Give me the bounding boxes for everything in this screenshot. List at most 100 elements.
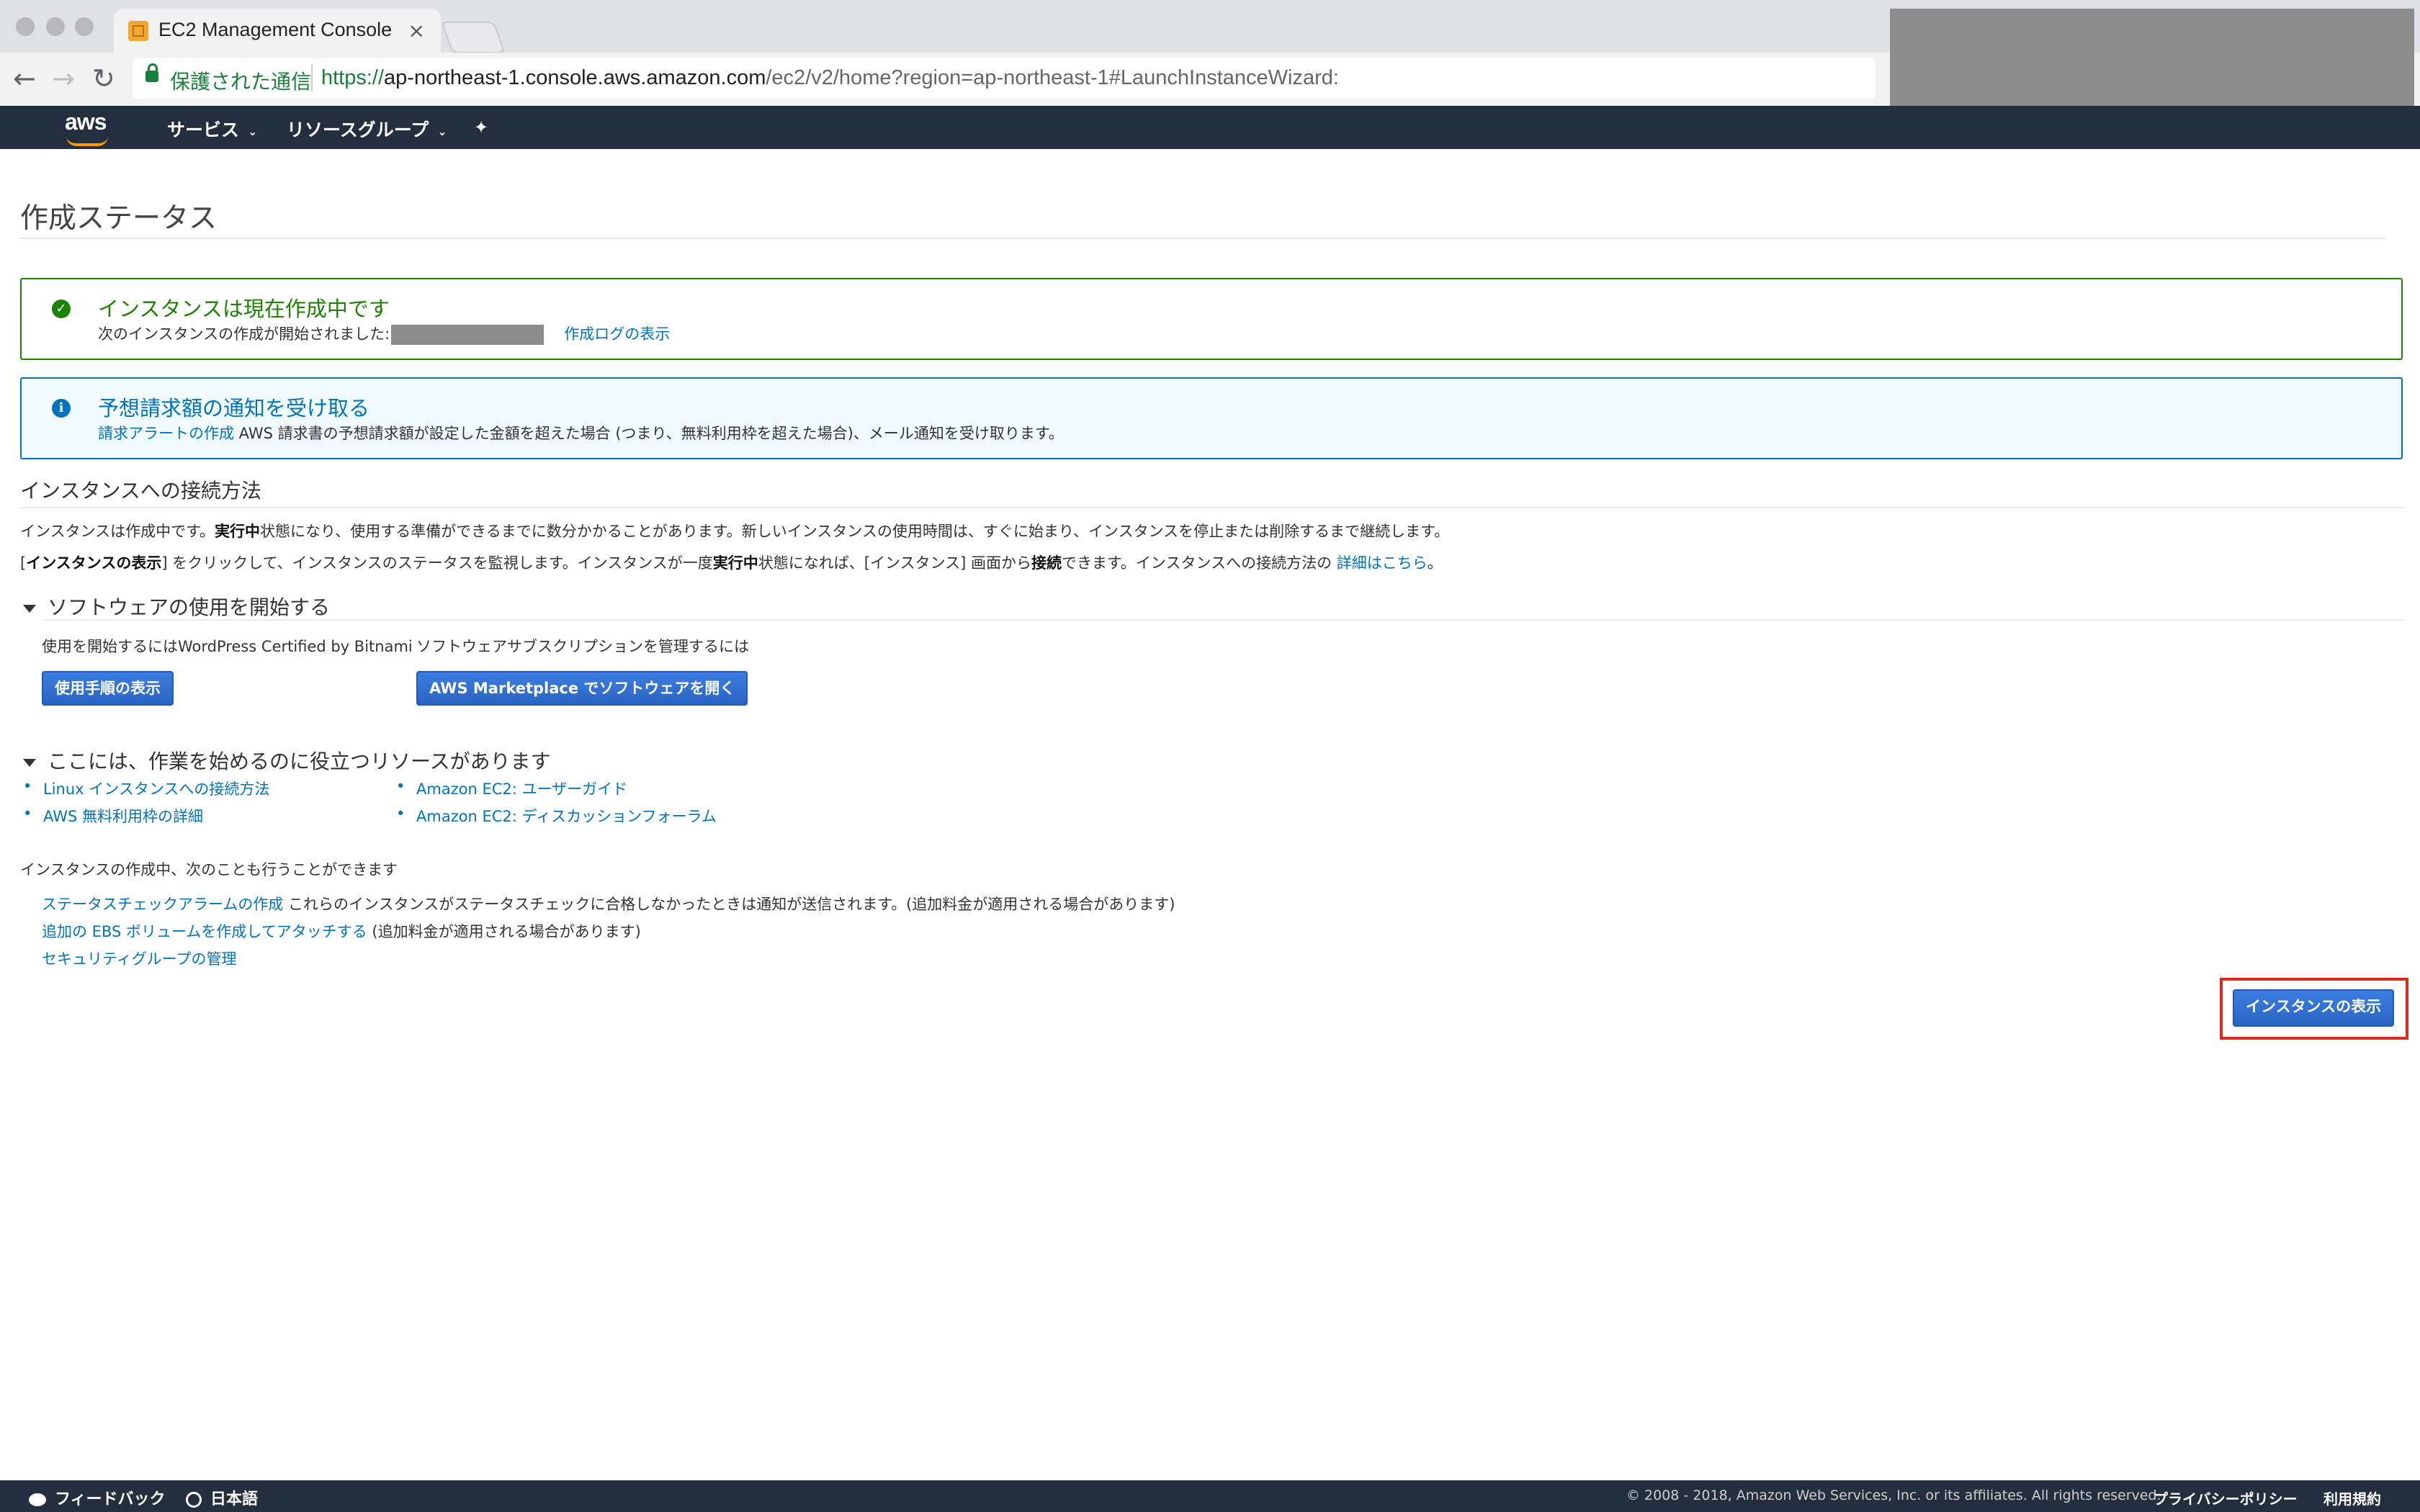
success-alert-body: 次のインスタンスの作成が開始されました: 作成ログの表示 — [98, 323, 670, 345]
window-zoom-dot[interactable] — [75, 17, 94, 36]
services-menu[interactable]: サービス ⌄ — [167, 116, 257, 142]
launch-success-alert: ✓ インスタンスは現在作成中です 次のインスタンスの作成が開始されました: 作成ロ… — [20, 278, 2403, 360]
resources-heading: ここには、作業を始めるのに役立つリソースがあります — [48, 750, 551, 773]
address-divider — [311, 64, 313, 91]
info-alert-title: 予想請求額の通知を受け取る — [98, 396, 370, 420]
resource-link-free-tier[interactable]: • AWS 無料利用枠の詳細 — [23, 805, 203, 827]
p2-connect: 接続 — [1031, 554, 1062, 572]
window-close-dot[interactable] — [16, 17, 35, 36]
bullet: • — [396, 805, 405, 822]
language-label: 日本語 — [210, 1490, 259, 1508]
pin-icon[interactable]: ✦ — [474, 117, 488, 138]
url-host: ap-northeast-1.console.aws.amazon.com — [384, 66, 766, 89]
resource-link-user-guide[interactable]: • Amazon EC2: ユーザーガイド — [396, 778, 628, 799]
security-group-line: セキュリティグループの管理 — [42, 948, 236, 969]
title-divider — [20, 238, 2385, 239]
secure-connection-label: 保護された通信 — [170, 70, 312, 94]
bullet: • — [396, 778, 405, 795]
resource-link-label: AWS 無料利用枠の詳細 — [43, 808, 203, 825]
create-ebs-volume-link[interactable]: 追加の EBS ボリュームを作成してアタッチする — [42, 923, 367, 940]
feedback-label: フィードバック — [55, 1490, 166, 1508]
console-footer: フィードバック 日本語 © 2008 - 2018, Amazon Web Se… — [0, 1480, 2420, 1512]
new-tab-button[interactable] — [440, 22, 506, 53]
tab-close-icon[interactable]: × — [408, 19, 425, 42]
view-instructions-button[interactable]: 使用手順の表示 — [42, 671, 174, 706]
p2-view-instances: インスタンスの表示 — [26, 554, 162, 572]
feedback-button[interactable]: フィードバック — [29, 1486, 166, 1509]
view-instances-button[interactable]: インスタンスの表示 — [2233, 989, 2394, 1027]
ebs-volume-text: (追加料金が適用される場合があります) — [367, 923, 641, 940]
terms-link[interactable]: 利用規約 — [2323, 1488, 2381, 1508]
url-text[interactable]: https://ap-northeast-1.console.aws.amazo… — [321, 66, 1339, 90]
p2-text-c: ] をクリックして、インスタンスのステータスを監視します。インスタンスが一度 — [161, 554, 713, 572]
forward-icon[interactable]: → — [52, 63, 75, 94]
globe-icon — [186, 1492, 202, 1508]
back-icon[interactable]: ← — [13, 63, 36, 94]
aws-logo[interactable]: aws — [65, 109, 107, 135]
p1-text-c: 状態になり、使用する準備ができるまでに数分かかることがあります。新しいインスタン… — [260, 523, 1450, 540]
create-status-alarm-link[interactable]: ステータスチェックアラームの作成 — [42, 896, 283, 913]
address-bar[interactable]: 保護された通信 https://ap-northeast-1.console.a… — [133, 58, 1876, 99]
aws-logo-smile-icon — [66, 136, 108, 146]
aws-favicon-icon — [128, 21, 148, 41]
page-title: 作成ステータス — [20, 202, 218, 235]
p2-text-a: [ — [20, 554, 27, 572]
connect-paragraph-2: [インスタンスの表示] をクリックして、インスタンスのステータスを監視します。イ… — [20, 552, 1443, 573]
resource-link-forum[interactable]: • Amazon EC2: ディスカッションフォーラム — [396, 805, 717, 827]
services-label: サービス — [167, 120, 240, 140]
p2-text-g: できます。インスタンスへの接続方法の — [1062, 554, 1337, 572]
chevron-down-icon: ⌄ — [437, 124, 447, 138]
launch-log-link[interactable]: 作成ログの表示 — [564, 325, 670, 343]
open-marketplace-button[interactable]: AWS Marketplace でソフトウェアを開く — [416, 671, 748, 706]
resource-groups-label: リソースグループ — [287, 120, 429, 140]
connect-divider — [20, 507, 2404, 508]
browser-tab[interactable]: EC2 Management Console × — [114, 9, 441, 53]
language-selector[interactable]: 日本語 — [186, 1486, 258, 1509]
success-alert-title: インスタンスは現在作成中です — [98, 297, 390, 321]
window-minimize-dot[interactable] — [46, 17, 65, 36]
info-circle-icon: i — [52, 399, 71, 418]
caret-down-icon — [23, 604, 36, 613]
software-label-left: 使用を開始するにはWordPress Certified by Bitnami — [42, 638, 413, 655]
aws-top-nav: aws サービス ⌄ リソースグループ ⌄ ✦ — [0, 106, 2420, 149]
p1-running: 実行中 — [215, 523, 261, 540]
connect-paragraph-1: インスタンスは作成中です。実行中状態になり、使用する準備ができるまでに数分かかる… — [20, 520, 1449, 541]
bullet: • — [23, 805, 32, 822]
bullet: • — [23, 778, 32, 795]
privacy-policy-link[interactable]: プライバシーポリシー — [2154, 1488, 2298, 1508]
create-billing-alert-link[interactable]: 請求アラートの作成 — [98, 425, 234, 442]
reload-icon[interactable]: ↻ — [92, 63, 115, 94]
chevron-down-icon: ⌄ — [248, 124, 258, 138]
info-alert-body: 請求アラートの作成 AWS 請求書の予想請求額が設定した金額を超えた場合 (つま… — [98, 422, 1064, 444]
ebs-volume-line: 追加の EBS ボリュームを作成してアタッチする (追加料金が適用される場合があ… — [42, 920, 641, 942]
resource-link-label: Amazon EC2: ユーザーガイド — [416, 780, 628, 798]
resource-link-linux-connect[interactable]: • Linux インスタンスへの接続方法 — [23, 778, 270, 799]
info-alert-text: AWS 請求書の予想請求額が設定した金額を超えた場合 (つまり、無料利用枠を超え… — [234, 425, 1064, 442]
resource-link-label: Linux インスタンスへの接続方法 — [43, 780, 270, 798]
resources-section-toggle[interactable]: ここには、作業を始めるのに役立つリソースがあります — [23, 746, 551, 775]
learn-more-link[interactable]: 詳細はこちら — [1337, 554, 1428, 572]
software-label-right: ソフトウェアサブスクリプションを管理するには — [416, 638, 749, 655]
p2-running: 実行中 — [712, 554, 758, 572]
lock-icon — [145, 63, 158, 82]
manage-security-groups-link[interactable]: セキュリティグループの管理 — [42, 950, 236, 968]
status-check-text: これらのインスタンスがステータスチェックに合格しなかったときは通知が送信されます… — [283, 896, 1175, 913]
software-section-toggle[interactable]: ソフトウェアの使用を開始する — [23, 592, 330, 621]
resource-link-label: Amazon EC2: ディスカッションフォーラム — [416, 808, 717, 825]
speech-bubble-icon — [29, 1493, 46, 1506]
p2-end: 。 — [1427, 554, 1443, 572]
also-heading: インスタンスの作成中、次のことも行うことができます — [20, 861, 398, 878]
check-circle-icon: ✓ — [52, 300, 71, 318]
p2-text-e: 状態になれば、[インスタンス] 画面から — [758, 554, 1032, 572]
redacted-instance-id — [391, 325, 544, 345]
url-scheme: https:// — [321, 66, 385, 89]
p1-text-a: インスタンスは作成中です。 — [20, 523, 215, 540]
status-check-line: ステータスチェックアラームの作成 これらのインスタンスがステータスチェックに合格… — [42, 893, 1175, 914]
billing-info-alert: i 予想請求額の通知を受け取る 請求アラートの作成 AWS 請求書の予想請求額が… — [20, 377, 2403, 459]
tab-title: EC2 Management Console — [158, 19, 393, 40]
software-divider — [43, 619, 2404, 621]
resource-groups-menu[interactable]: リソースグループ ⌄ — [287, 116, 447, 142]
copyright-text: © 2008 - 2018, Amazon Web Services, Inc.… — [1626, 1488, 2161, 1503]
connect-heading: インスタンスへの接続方法 — [20, 479, 261, 503]
success-alert-text: 次のインスタンスの作成が開始されました: — [98, 325, 390, 343]
